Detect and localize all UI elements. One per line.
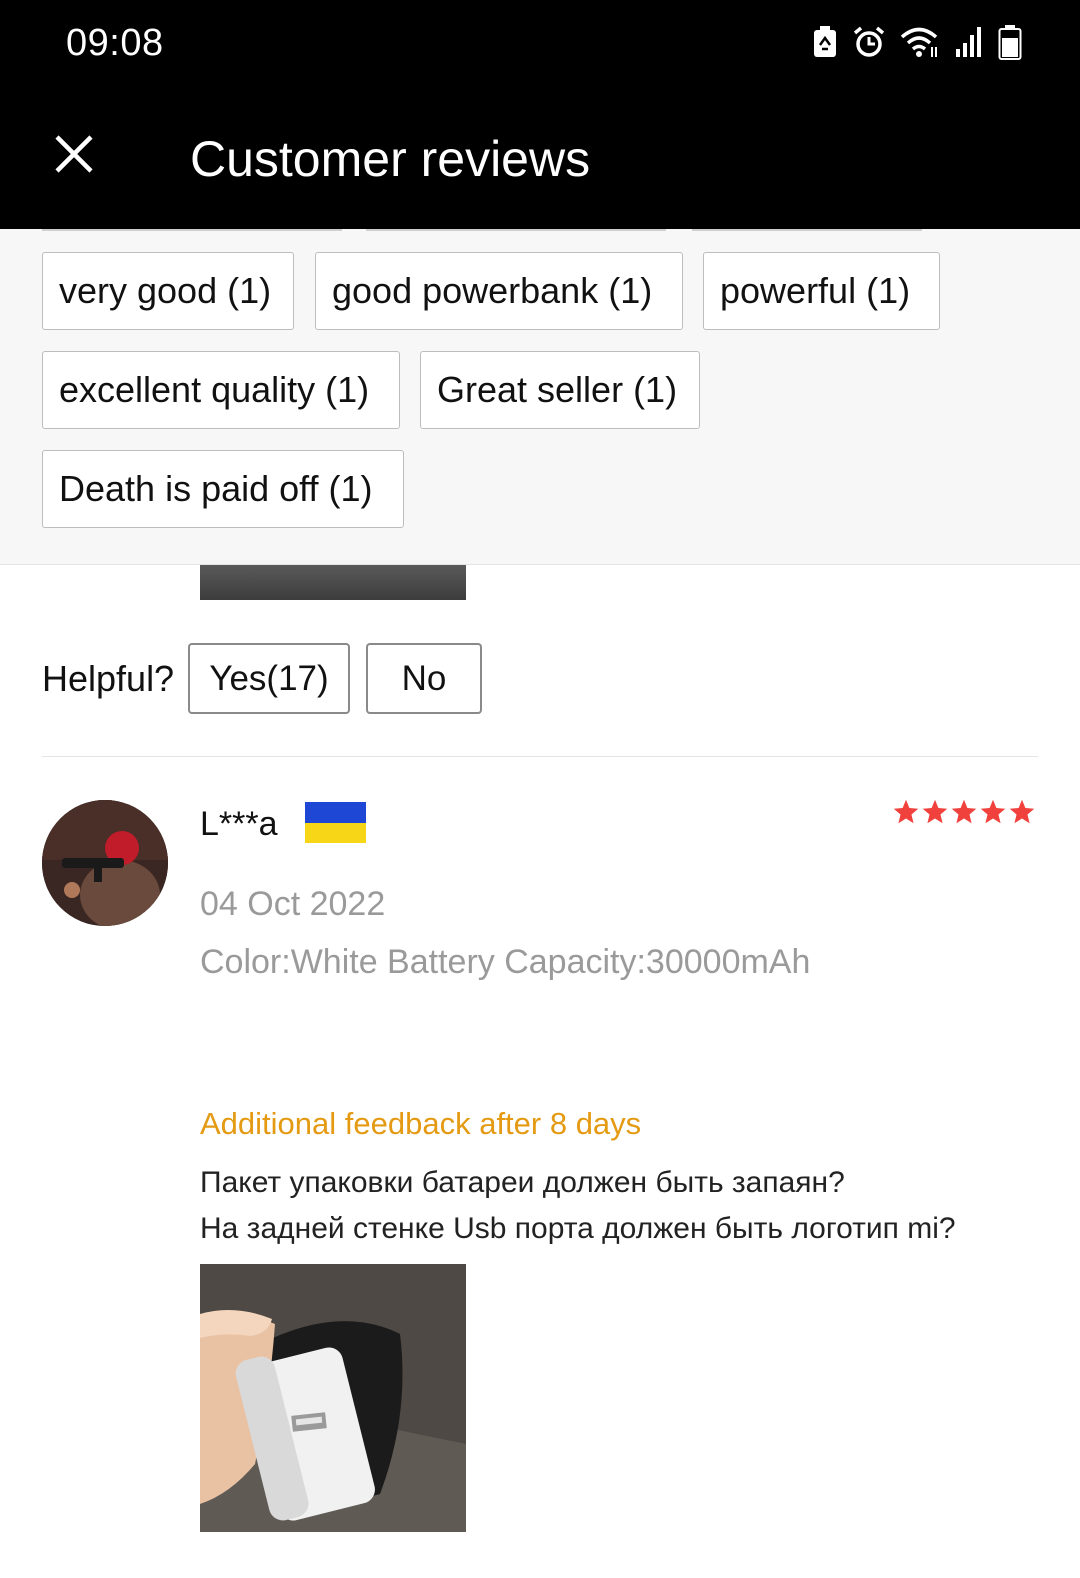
signal-icon [954,25,984,59]
tag-row-peek [692,229,922,231]
alarm-icon [852,25,886,59]
review-divider [42,756,1038,757]
star-icon [980,799,1006,824]
reviewer-name: L***a [200,805,278,843]
previous-review-photo[interactable] [200,565,466,600]
helpful-no-button[interactable]: No [366,643,482,714]
tag-chip[interactable]: excellent quality (1) [42,351,400,429]
close-button[interactable] [46,126,102,182]
star-icon [1009,799,1035,824]
tag-chip[interactable]: Great seller (1) [420,351,700,429]
tag-chip[interactable]: Death is paid off (1) [42,450,404,528]
close-icon [55,135,93,173]
star-icon [951,799,977,824]
feedback-line: Пакет упаковки батареи должен быть запая… [200,1166,845,1199]
wifi-icon [900,25,940,59]
tag-row-peek [42,229,342,231]
battery-icon [998,24,1022,60]
helpful-yes-button[interactable]: Yes(17) [188,643,350,714]
feedback-line: На задней стенке Usb порта должен быть л… [200,1212,956,1245]
tag-row-peek [366,229,666,231]
status-bar: 09:08 [0,0,1080,92]
tag-chip[interactable]: very good (1) [42,252,294,330]
review-tags-panel: very good (1) good powerbank (1) powerfu… [0,229,1080,565]
additional-feedback-text: Пакет упаковки батареи должен быть запая… [200,1160,1050,1252]
review-date: 04 Oct 2022 [200,885,386,923]
star-icon [922,799,948,824]
header-bar: Customer reviews [0,92,1080,229]
tag-chip[interactable]: good powerbank (1) [315,252,683,330]
ukraine-flag-icon [305,802,366,843]
status-icons [812,22,1022,62]
helpful-label: Helpful? [42,658,175,699]
review-sku-info: Color:White Battery Capacity:30000mAh [200,943,811,981]
tag-chip[interactable]: powerful (1) [703,252,940,330]
review-photo[interactable] [200,1264,466,1532]
star-icon [893,799,919,824]
page-title: Customer reviews [190,131,591,187]
star-rating [892,798,1036,826]
status-time: 09:08 [66,22,164,64]
additional-feedback-label: Additional feedback after 8 days [200,1106,642,1141]
battery-saver-icon [812,25,838,59]
reviewer-avatar [42,800,168,926]
